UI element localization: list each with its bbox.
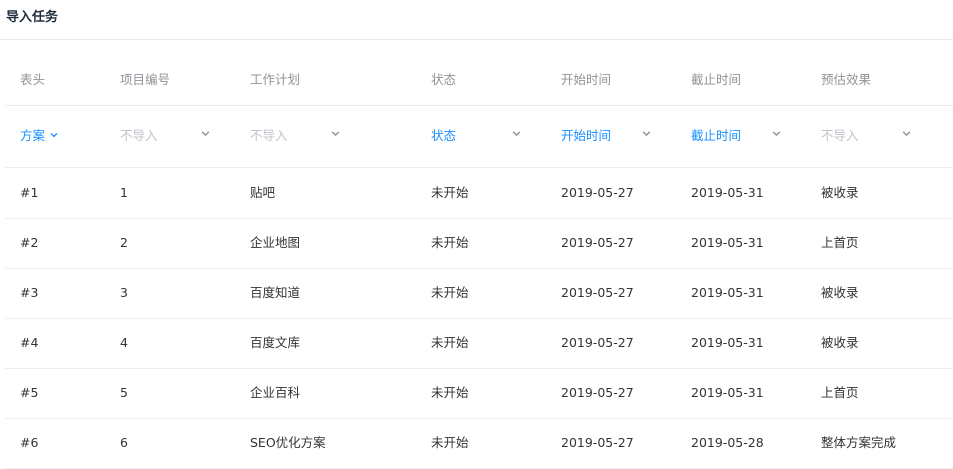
divider [0, 39, 953, 40]
table-cell: 被收录 [821, 185, 859, 200]
page-title: 导入任务 [6, 10, 59, 25]
table-cell: 未开始 [431, 435, 469, 450]
table-cell: 2019-05-31 [691, 335, 764, 350]
chevron-down-icon[interactable] [641, 105, 652, 167]
table-row: #5 5 企业百科 未开始 2019-05-27 2019-05-31 上首页 [5, 368, 953, 419]
table-row: #3 3 百度知道 未开始 2019-05-27 2019-05-31 被收录 [5, 268, 953, 319]
table-cell: 被收录 [821, 285, 859, 300]
chevron-down-icon[interactable] [200, 105, 211, 167]
table-cell: 上首页 [821, 235, 859, 250]
table-cell: 3 [120, 285, 128, 300]
table-cell: 2019-05-31 [691, 235, 764, 250]
table-cell: 未开始 [431, 285, 469, 300]
table-cell: 企业地图 [250, 235, 301, 250]
table-cell: #6 [20, 435, 39, 450]
table-cell: 2 [120, 235, 128, 250]
table-cell: 未开始 [431, 335, 469, 350]
mapping-select-row: 方案 不导入 不导入 状态 开始时间 截止时间 不导入 [5, 105, 953, 168]
column-header: 工作计划 [250, 72, 301, 87]
table-cell: 2019-05-27 [561, 385, 634, 400]
table-row: #4 4 百度文库 未开始 2019-05-27 2019-05-31 被收录 [5, 318, 953, 369]
select-header[interactable]: 方案 [20, 105, 59, 167]
table-cell: 2019-05-27 [561, 435, 634, 450]
table-row: #6 6 SEO优化方案 未开始 2019-05-27 2019-05-28 整体方案完成 [5, 418, 953, 469]
table-header-row: 表头 项目编号 工作计划 状态 开始时间 截止时间 预估效果 [5, 55, 953, 106]
select-effect[interactable]: 不导入 [821, 105, 859, 167]
chevron-down-icon[interactable] [771, 105, 782, 167]
table-cell: 2019-05-31 [691, 285, 764, 300]
column-header: 截止时间 [691, 72, 742, 87]
table-cell: 2019-05-31 [691, 185, 764, 200]
table-cell: 上首页 [821, 385, 859, 400]
column-header: 开始时间 [561, 72, 612, 87]
table-cell: 2019-05-28 [691, 435, 764, 450]
chevron-down-icon[interactable] [901, 105, 912, 167]
table-cell: 被收录 [821, 335, 859, 350]
chevron-down-icon[interactable] [511, 105, 522, 167]
select-status[interactable]: 状态 [431, 105, 456, 167]
table-cell: #5 [20, 385, 39, 400]
table-cell: 2019-05-27 [561, 285, 634, 300]
table-cell: 5 [120, 385, 128, 400]
table-cell: 整体方案完成 [821, 435, 897, 450]
table-row: #2 2 企业地图 未开始 2019-05-27 2019-05-31 上首页 [5, 218, 953, 269]
select-work-plan[interactable]: 不导入 [250, 105, 288, 167]
table-cell: 4 [120, 335, 128, 350]
table-cell: 百度知道 [250, 285, 301, 300]
chevron-down-icon [49, 128, 59, 143]
table-cell: #3 [20, 285, 39, 300]
table-cell: 企业百科 [250, 385, 301, 400]
table-cell: 贴吧 [250, 185, 276, 200]
select-start-time[interactable]: 开始时间 [561, 105, 611, 167]
table-cell: 未开始 [431, 235, 469, 250]
table-cell: #4 [20, 335, 39, 350]
table-cell: 未开始 [431, 185, 469, 200]
divider [5, 105, 953, 106]
table-cell: 2019-05-27 [561, 335, 634, 350]
table-cell: 未开始 [431, 385, 469, 400]
table-cell: 百度文库 [250, 335, 301, 350]
column-header: 项目编号 [120, 72, 171, 87]
chevron-down-icon[interactable] [330, 105, 341, 167]
column-header: 预估效果 [821, 72, 872, 87]
table-cell: SEO优化方案 [250, 435, 326, 450]
table-cell: 2019-05-27 [561, 185, 634, 200]
table-cell: 2019-05-27 [561, 235, 634, 250]
table-cell: #1 [20, 185, 39, 200]
table-cell: 6 [120, 435, 128, 450]
select-project-no[interactable]: 不导入 [120, 105, 158, 167]
table-cell: 2019-05-31 [691, 385, 764, 400]
select-value: 方案 [20, 128, 46, 143]
table-row: #1 1 贴吧 未开始 2019-05-27 2019-05-31 被收录 [5, 168, 953, 219]
column-header: 状态 [431, 72, 457, 87]
table-cell: 1 [120, 185, 128, 200]
select-end-time[interactable]: 截止时间 [691, 105, 741, 167]
table-cell: #2 [20, 235, 39, 250]
column-header: 表头 [20, 72, 46, 87]
